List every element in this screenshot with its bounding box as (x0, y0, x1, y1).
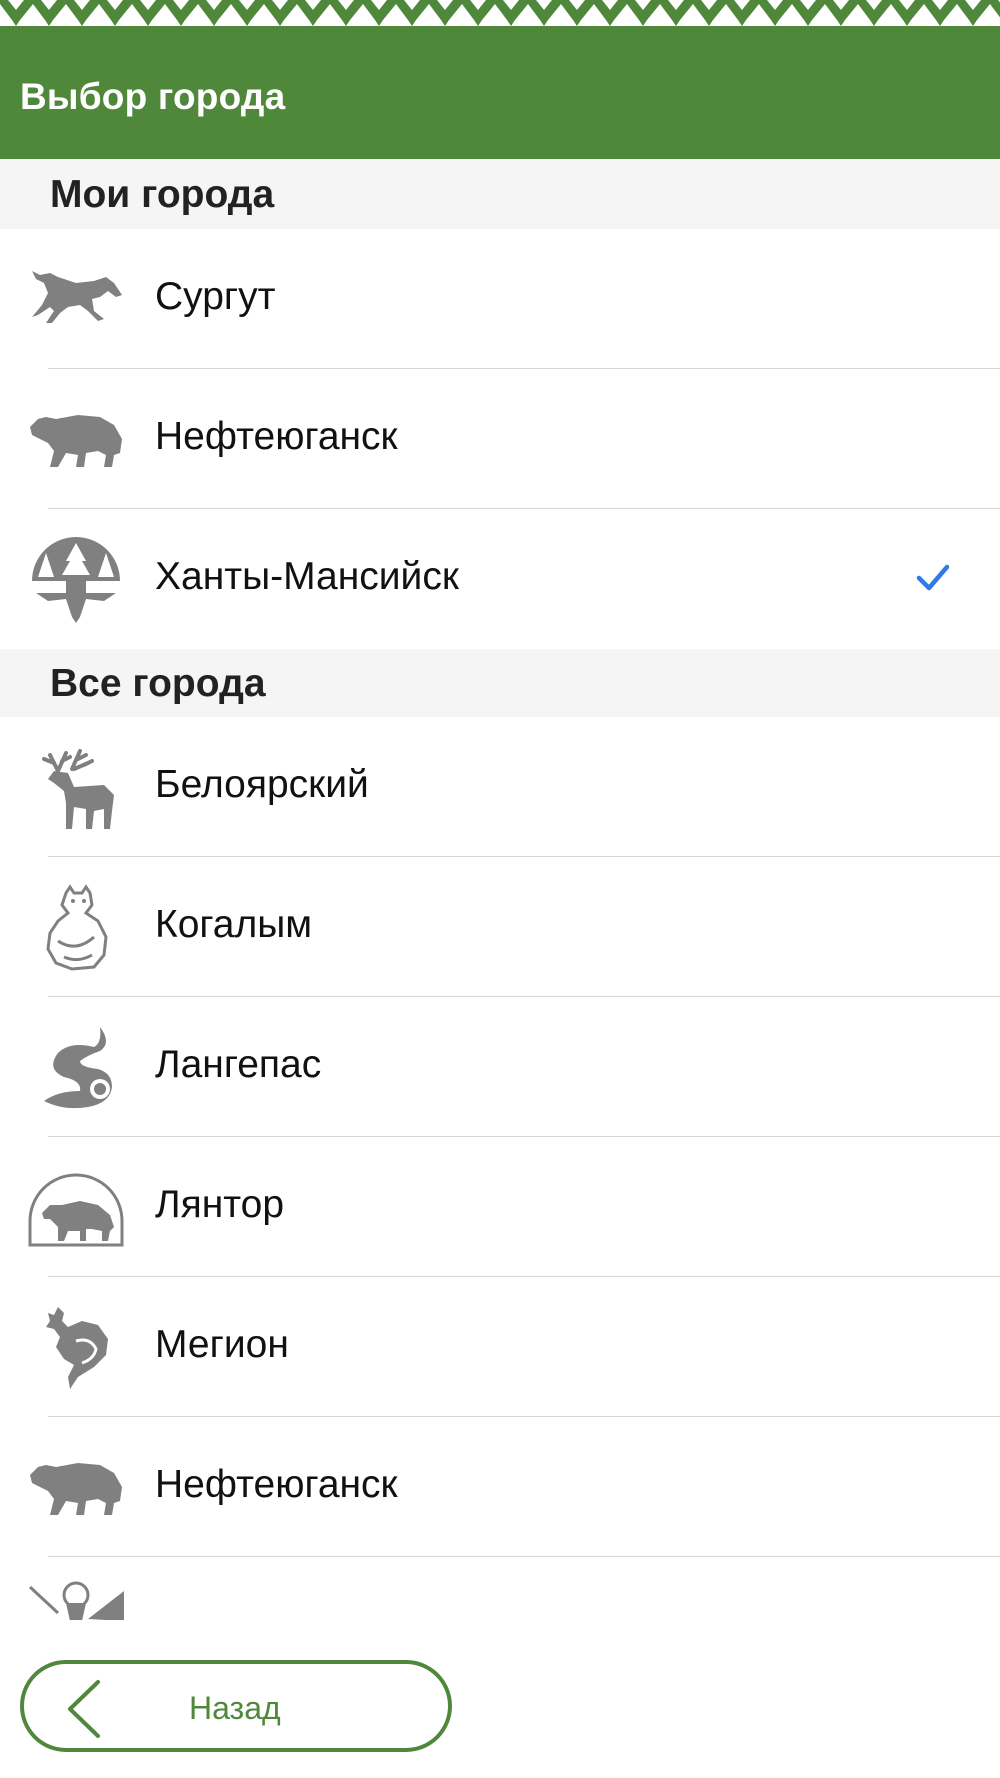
ornament-pattern-icon (0, 0, 1000, 32)
bird-icon (28, 1301, 124, 1393)
city-label: Мегион (155, 1323, 289, 1366)
chevron-left-icon (68, 1680, 100, 1738)
deer-icon (28, 741, 124, 833)
forest-emblem-icon (28, 533, 124, 625)
section-title: Мои города (50, 173, 275, 216)
ornament-border (0, 0, 1000, 32)
city-label: Лангепас (155, 1043, 322, 1086)
checkmark-icon (916, 564, 950, 591)
section-header-all-cities: Все города (0, 649, 1000, 717)
title-bar: Выбор города (0, 32, 1000, 159)
city-label: Белоярский (155, 763, 369, 806)
bear-icon (28, 393, 124, 485)
back-button[interactable]: Назад (20, 1660, 452, 1752)
list-item-lyantor[interactable]: Лянтор (0, 1137, 1000, 1277)
section-header-my-cities: Мои города (0, 159, 1000, 229)
list-item-kogalym[interactable]: Когалым (0, 857, 1000, 997)
city-label: Сургут (155, 275, 276, 318)
back-button-label: Назад (189, 1690, 281, 1726)
list-item-partial[interactable] (0, 1557, 1000, 1620)
city-label: Лянтор (155, 1183, 285, 1226)
list-item-nefteyugansk-2[interactable]: Нефтеюганск (0, 1417, 1000, 1557)
mountain-emblem-icon (28, 1581, 124, 1620)
city-label: Нефтеюганск (155, 415, 398, 458)
list-item-beloyarsky[interactable]: Белоярский (0, 717, 1000, 857)
page-title: Выбор города (20, 76, 286, 117)
bottom-bar: Назад (0, 1620, 1000, 1778)
list-item-langepas[interactable]: Лангепас (0, 997, 1000, 1137)
city-label: Нефтеюганск (155, 1463, 398, 1506)
list-item-megion[interactable]: Мегион (0, 1277, 1000, 1417)
squirrel-icon (28, 1021, 124, 1113)
list-item-nefteyugansk[interactable]: Нефтеюганск (0, 369, 1000, 509)
bear-icon (28, 1441, 124, 1533)
section-title: Все города (50, 662, 266, 705)
sitting-bear-icon (28, 881, 124, 973)
list-item-khanty-mansiysk[interactable]: Ханты-Мансийск (0, 509, 1000, 649)
fox-icon (28, 253, 124, 345)
city-label: Ханты-Мансийск (155, 555, 459, 598)
list-item-surgut[interactable]: Сургут (0, 229, 1000, 369)
city-list[interactable]: Мои города Сургут Нефтеюганск Ханты-Манс… (0, 159, 1000, 1620)
bear-arch-icon (28, 1161, 124, 1253)
city-label: Когалым (155, 903, 313, 946)
